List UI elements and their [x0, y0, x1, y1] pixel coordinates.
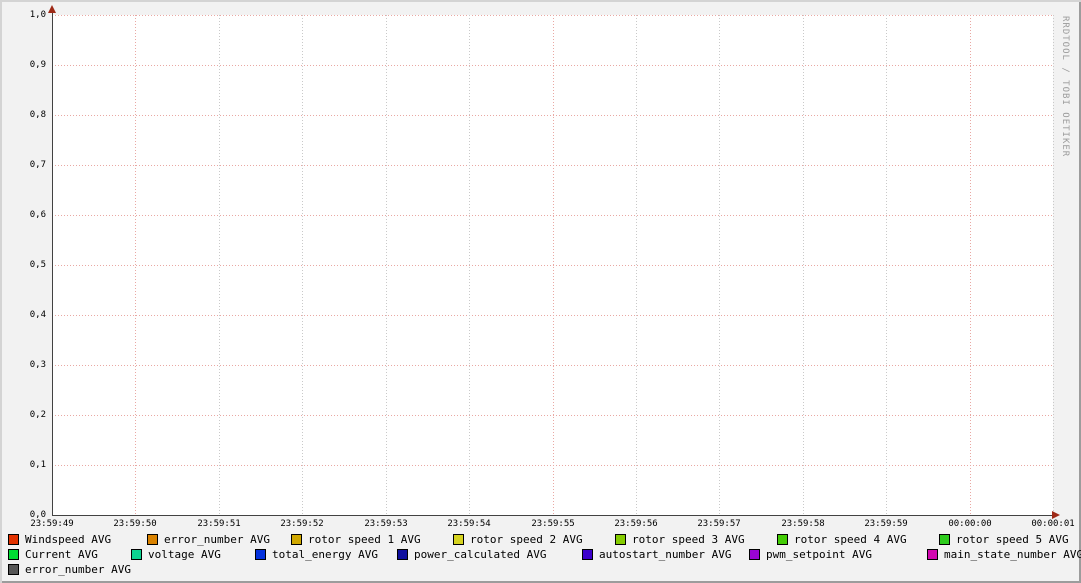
- legend-swatch: [131, 549, 142, 560]
- legend-swatch: [8, 549, 19, 560]
- legend-item: rotor speed 3 AVG: [615, 533, 745, 545]
- legend-item: autostart_number AVG: [582, 548, 731, 560]
- y-tick-label: 0,3: [6, 359, 46, 371]
- legend-label: error_number AVG: [164, 533, 270, 546]
- legend-swatch: [8, 564, 19, 575]
- legend-swatch: [397, 549, 408, 560]
- y-tick-label: 0,8: [6, 109, 46, 121]
- legend-item: pwm_setpoint AVG: [749, 548, 872, 560]
- y-tick-label: 0,1: [6, 459, 46, 471]
- x-tick-label: 23:59:55: [518, 518, 588, 530]
- legend-item: Windspeed AVG: [8, 533, 111, 545]
- x-grid-line: [386, 15, 387, 515]
- x-grid-line: [219, 15, 220, 515]
- legend-item: rotor speed 2 AVG: [453, 533, 583, 545]
- x-grid-line: [719, 15, 720, 515]
- legend-swatch: [291, 534, 302, 545]
- legend-swatch: [749, 549, 760, 560]
- legend-item: rotor speed 4 AVG: [777, 533, 907, 545]
- y-tick-label: 1,0: [6, 9, 46, 21]
- y-tick-label: 0,6: [6, 209, 46, 221]
- legend-swatch: [615, 534, 626, 545]
- legend-swatch: [453, 534, 464, 545]
- legend-label: power_calculated AVG: [414, 548, 546, 561]
- legend-label: voltage AVG: [148, 548, 221, 561]
- x-grid-line: [302, 15, 303, 515]
- x-tick-label: 00:00:01: [1018, 518, 1081, 530]
- x-grid-line: [886, 15, 887, 515]
- legend-label: main_state_number AVG: [944, 548, 1081, 561]
- y-tick-label: 0,5: [6, 259, 46, 271]
- x-tick-label: 23:59:59: [851, 518, 921, 530]
- legend-swatch: [939, 534, 950, 545]
- legend-label: autostart_number AVG: [599, 548, 731, 561]
- legend-label: rotor speed 4 AVG: [794, 533, 907, 546]
- legend-swatch: [147, 534, 158, 545]
- legend-item: voltage AVG: [131, 548, 221, 560]
- y-tick-label: 0,4: [6, 309, 46, 321]
- legend-item: power_calculated AVG: [397, 548, 546, 560]
- y-tick-label: 0,2: [6, 409, 46, 421]
- legend-label: rotor speed 2 AVG: [470, 533, 583, 546]
- x-grid-line: [636, 15, 637, 515]
- legend-item: Current AVG: [8, 548, 98, 560]
- x-tick-label: 23:59:53: [351, 518, 421, 530]
- x-tick-label: 23:59:50: [100, 518, 170, 530]
- x-tick-label: 23:59:56: [601, 518, 671, 530]
- legend-label: error_number AVG: [25, 563, 131, 576]
- x-tick-label: 23:59:57: [684, 518, 754, 530]
- legend-swatch: [255, 549, 266, 560]
- x-tick-label: 23:59:51: [184, 518, 254, 530]
- legend-label: total_energy AVG: [272, 548, 378, 561]
- x-grid-line: [1053, 15, 1054, 515]
- x-grid-line: [553, 15, 554, 515]
- x-tick-label: 00:00:00: [935, 518, 1005, 530]
- x-grid-line: [803, 15, 804, 515]
- x-grid-line: [970, 15, 971, 515]
- legend-item: main_state_number AVG: [927, 548, 1081, 560]
- rrdtool-graph: 1,00,90,80,70,60,50,40,30,20,10,0 23:59:…: [0, 0, 1081, 583]
- watermark-text: RRDTOOL / TOBI OETIKER: [1060, 16, 1070, 157]
- x-tick-label: 23:59:58: [768, 518, 838, 530]
- legend-item: total_energy AVG: [255, 548, 378, 560]
- legend-item: rotor speed 1 AVG: [291, 533, 421, 545]
- x-grid-line: [135, 15, 136, 515]
- x-tick-label: 23:59:49: [17, 518, 87, 530]
- legend-label: pwm_setpoint AVG: [766, 548, 872, 561]
- legend-swatch: [582, 549, 593, 560]
- x-grid-line: [469, 15, 470, 515]
- y-tick-label: 0,9: [6, 59, 46, 71]
- x-tick-label: 23:59:52: [267, 518, 337, 530]
- legend-swatch: [777, 534, 788, 545]
- x-tick-label: 23:59:54: [434, 518, 504, 530]
- legend-label: rotor speed 5 AVG: [956, 533, 1069, 546]
- legend-label: rotor speed 3 AVG: [632, 533, 745, 546]
- y-axis-line: [52, 8, 53, 515]
- y-axis-arrow-icon: [48, 5, 56, 13]
- legend-swatch: [8, 534, 19, 545]
- legend-item: error_number AVG: [8, 563, 131, 575]
- legend-label: Windspeed AVG: [25, 533, 111, 546]
- legend-label: Current AVG: [25, 548, 98, 561]
- x-axis-line: [52, 515, 1053, 516]
- legend-item: rotor speed 5 AVG: [939, 533, 1069, 545]
- legend-swatch: [927, 549, 938, 560]
- legend-item: error_number AVG: [147, 533, 270, 545]
- legend-label: rotor speed 1 AVG: [308, 533, 421, 546]
- y-tick-label: 0,7: [6, 159, 46, 171]
